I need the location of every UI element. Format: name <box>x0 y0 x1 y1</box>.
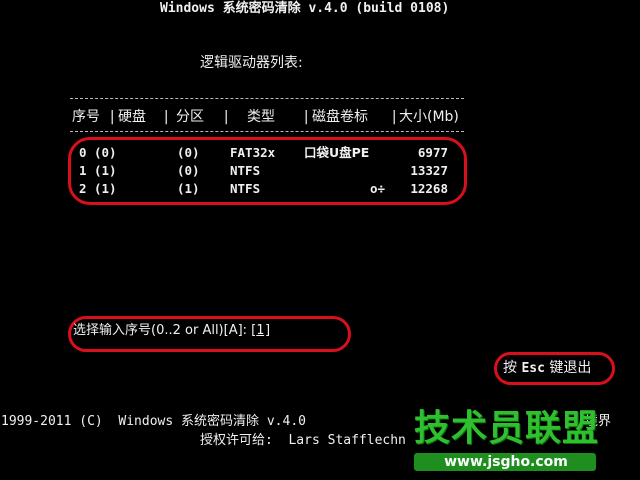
row-disk: (0) <box>94 145 117 160</box>
row-type: FAT32x <box>230 145 276 160</box>
column-separator: | <box>162 109 171 125</box>
column-header-disk: 硬盘 <box>118 109 146 125</box>
window-title: Windows 系统密码清除 v.4.0 (build 0108) <box>160 1 450 16</box>
row-disk: (1) <box>94 181 117 196</box>
column-separator: | <box>390 109 399 125</box>
row-volume-label: o÷ <box>370 181 386 196</box>
esc-hint-prefix: 按 <box>503 360 522 376</box>
selection-prompt[interactable]: 选择输入序号(0..2 or All)[A]: [1] <box>73 323 272 339</box>
row-type: NTFS <box>230 181 261 196</box>
row-index: 1 <box>79 163 87 178</box>
row-volume-label: 口袋U盘PE <box>304 145 370 160</box>
table-rule-top <box>70 98 464 99</box>
esc-hint-suffix: 键退出 <box>544 360 592 376</box>
row-partition: (1) <box>177 181 200 196</box>
row-disk: (1) <box>94 163 117 178</box>
row-index: 0 <box>79 145 87 160</box>
column-separator: | <box>108 109 117 125</box>
watermark-logo-text: 技术员联盟 <box>414 408 600 449</box>
column-header-index: 序号 <box>72 109 100 125</box>
esc-exit-hint: 按 Esc 键退出 <box>503 360 591 377</box>
column-header-type: 类型 <box>247 109 275 125</box>
table-rule-bottom <box>70 131 464 132</box>
row-size: 12268 <box>410 181 448 196</box>
row-size: 6977 <box>417 145 448 160</box>
row-index: 2 <box>79 181 87 196</box>
column-separator: | <box>222 109 231 125</box>
column-header-size: 大小(Mb) <box>399 109 459 125</box>
row-type: NTFS <box>230 163 261 178</box>
watermark-logo: 技术员联盟 www.jsgho.com <box>410 408 600 478</box>
column-header-volume-label: 磁盘卷标 <box>312 109 368 125</box>
row-partition: (0) <box>177 163 200 178</box>
watermark-url: www.jsgho.com <box>444 454 568 470</box>
column-header-partition: 分区 <box>176 109 204 125</box>
footer-copyright: 1999-2011 (C) Windows 系统密码清除 v.4.0 <box>1 414 306 429</box>
footer-license: 授权许可给: Lars Stafflechn <box>200 433 406 448</box>
prompt-close-bracket: ] <box>264 323 272 338</box>
column-separator: | <box>302 109 311 125</box>
drive-list-heading: 逻辑驱动器列表: <box>200 55 303 71</box>
row-size: 13327 <box>410 163 448 178</box>
esc-key[interactable]: Esc <box>521 361 544 376</box>
row-partition: (0) <box>177 145 200 160</box>
selection-input[interactable]: 1 <box>256 323 264 338</box>
prompt-label: 选择输入序号(0..2 or All)[A]: [ <box>73 323 257 338</box>
